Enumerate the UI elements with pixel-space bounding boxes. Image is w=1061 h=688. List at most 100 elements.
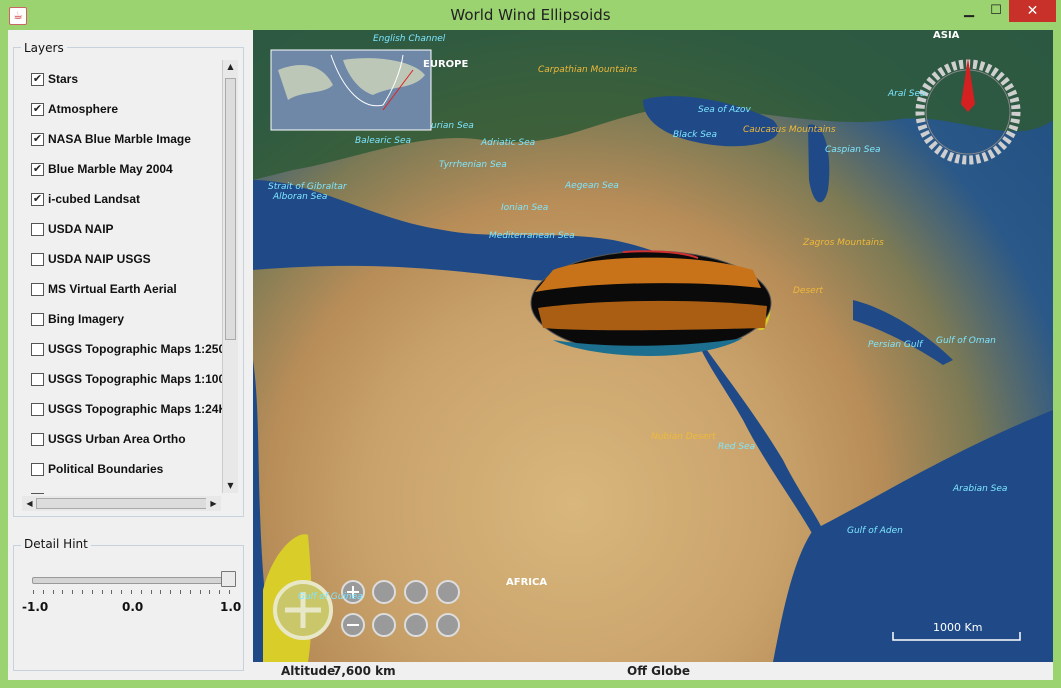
globe-terrain [253, 30, 1053, 662]
layer-item[interactable]: Open Street Map [20, 490, 223, 494]
map-place-label: Ionian Sea [501, 203, 549, 213]
layer-label: Political Boundaries [48, 462, 164, 476]
slider-tick [72, 590, 74, 594]
layer-item[interactable]: Bing Imagery [20, 310, 223, 330]
detail-hint-title: Detail Hint [21, 537, 91, 551]
status-bar: Altitude 7,600 km Off Globe [253, 662, 1053, 680]
scroll-up-arrow-icon[interactable]: ▲ [223, 60, 238, 74]
layer-label: Open Street Map [48, 492, 143, 494]
map-place-label: English Channel [373, 34, 446, 44]
map-place-label: Adriatic Sea [481, 138, 536, 148]
slider-tick [52, 590, 54, 594]
world-map-inset[interactable] [270, 49, 432, 131]
layers-list: ✔ Stars ✔ Atmosphere ✔ NASA Blue Marble Image… [20, 60, 223, 494]
map-place-label: Caspian Sea [825, 145, 881, 155]
layer-item[interactable]: MS Virtual Earth Aerial [20, 280, 223, 300]
slider-tick [91, 590, 93, 594]
minimize-button[interactable]: ▁ [956, 0, 982, 22]
map-place-label: Zagros Mountains [803, 238, 884, 248]
layers-vertical-scrollbar[interactable]: ▲ ▼ [222, 60, 238, 493]
map-place-label: EUROPE [423, 59, 469, 70]
slider-max-label: 1.0 [220, 600, 242, 614]
layers-horizontal-scrollbar[interactable]: ◀ ▶ [22, 496, 221, 511]
scroll-left-arrow-icon[interactable]: ◀ [22, 497, 37, 511]
slider-tick [150, 590, 152, 594]
layer-label: Atmosphere [48, 102, 119, 116]
map-place-label: Red Sea [718, 442, 756, 452]
slider-tick [170, 590, 172, 594]
layer-checkbox[interactable] [31, 403, 44, 416]
altitude-value: 7,600 km [333, 664, 396, 678]
layer-item[interactable]: ✔ Blue Marble May 2004 [20, 160, 223, 180]
layer-label: MS Virtual Earth Aerial [48, 282, 177, 296]
cursor-position-status: Off Globe [627, 664, 691, 678]
layer-item[interactable]: USGS Topographic Maps 1:24K [20, 400, 223, 420]
layer-item[interactable]: USGS Topographic Maps 1:100 [20, 370, 223, 390]
map-place-label: ASIA [933, 30, 960, 41]
map-place-label: Aegean Sea [565, 181, 619, 191]
slider-mid-label: 0.0 [122, 600, 144, 614]
scale-bar-label: 1000 Km [933, 621, 983, 634]
horizontal-scroll-thumb[interactable] [36, 498, 216, 509]
layer-item[interactable]: Political Boundaries [20, 460, 223, 480]
close-button[interactable]: ✕ [1009, 0, 1056, 22]
layer-checkbox[interactable] [31, 283, 44, 296]
slider-min-label: -1.0 [22, 600, 49, 614]
slider-tick [131, 590, 132, 594]
map-place-label: Balearic Sea [355, 136, 412, 146]
slider-tick [189, 590, 191, 594]
ellipsoid-shape[interactable] [530, 250, 772, 356]
vertical-scroll-thumb[interactable] [225, 78, 236, 340]
slider-tick [180, 590, 181, 594]
layer-checkbox[interactable]: ✔ [31, 133, 44, 146]
layer-checkbox[interactable] [31, 493, 44, 494]
map-place-label: Gulf of Oman [936, 336, 996, 346]
slider-tick [199, 590, 201, 594]
slider-tick [219, 590, 221, 594]
layer-label: Stars [48, 72, 79, 86]
layer-checkbox[interactable] [31, 253, 44, 266]
layer-item[interactable]: ✔ NASA Blue Marble Image [20, 130, 223, 150]
layer-label: Bing Imagery [48, 312, 125, 326]
layer-item[interactable]: USDA NAIP USGS [20, 250, 223, 270]
detail-hint-slider-thumb[interactable] [221, 571, 236, 587]
slider-tick [160, 590, 162, 594]
layer-checkbox[interactable] [31, 433, 44, 446]
layer-label: NASA Blue Marble Image [48, 132, 191, 146]
slider-tick [111, 590, 113, 594]
layer-checkbox[interactable]: ✔ [31, 163, 44, 176]
layer-checkbox[interactable] [31, 343, 44, 356]
map-place-label: Aral Sea [888, 89, 926, 99]
layer-item[interactable]: ✔ Stars [20, 70, 223, 90]
layer-item[interactable]: USGS Topographic Maps 1:250 [20, 340, 223, 360]
detail-hint-slider-track[interactable] [32, 577, 234, 584]
layer-label: USGS Topographic Maps 1:250 [48, 342, 223, 356]
layer-checkbox[interactable] [31, 463, 44, 476]
scroll-down-arrow-icon[interactable]: ▼ [223, 479, 238, 493]
layer-item[interactable]: USDA NAIP [20, 220, 223, 240]
layer-label: USGS Topographic Maps 1:100 [48, 372, 223, 386]
layer-item[interactable]: ✔ i-cubed Landsat [20, 190, 223, 210]
layer-label: USGS Urban Area Ortho [48, 432, 186, 446]
window-title: World Wind Ellipsoids [450, 6, 611, 24]
slider-tick [140, 590, 142, 594]
layer-checkbox[interactable] [31, 223, 44, 236]
maximize-button[interactable]: ☐ [983, 0, 1009, 22]
altitude-label: Altitude [281, 664, 336, 678]
world-wind-globe-canvas[interactable]: English Channel EUROPE Carpathian Mountain… [253, 30, 1053, 662]
layer-item[interactable]: USGS Urban Area Ortho [20, 430, 223, 450]
layer-checkbox[interactable]: ✔ [31, 103, 44, 116]
layer-item[interactable]: ✔ Atmosphere [20, 100, 223, 120]
layer-checkbox[interactable] [31, 373, 44, 386]
slider-tick [33, 590, 34, 594]
slider-tick [121, 590, 123, 594]
layer-checkbox[interactable]: ✔ [31, 193, 44, 206]
layer-checkbox[interactable] [31, 313, 44, 326]
scroll-right-arrow-icon[interactable]: ▶ [206, 497, 221, 511]
layer-checkbox[interactable]: ✔ [31, 73, 44, 86]
navigation-controls[interactable] [273, 580, 460, 640]
map-place-label: Mediterranean Sea [489, 231, 575, 241]
map-place-label: Desert [793, 286, 823, 296]
map-place-label: Persian Gulf [868, 340, 923, 350]
slider-tick [229, 590, 230, 594]
